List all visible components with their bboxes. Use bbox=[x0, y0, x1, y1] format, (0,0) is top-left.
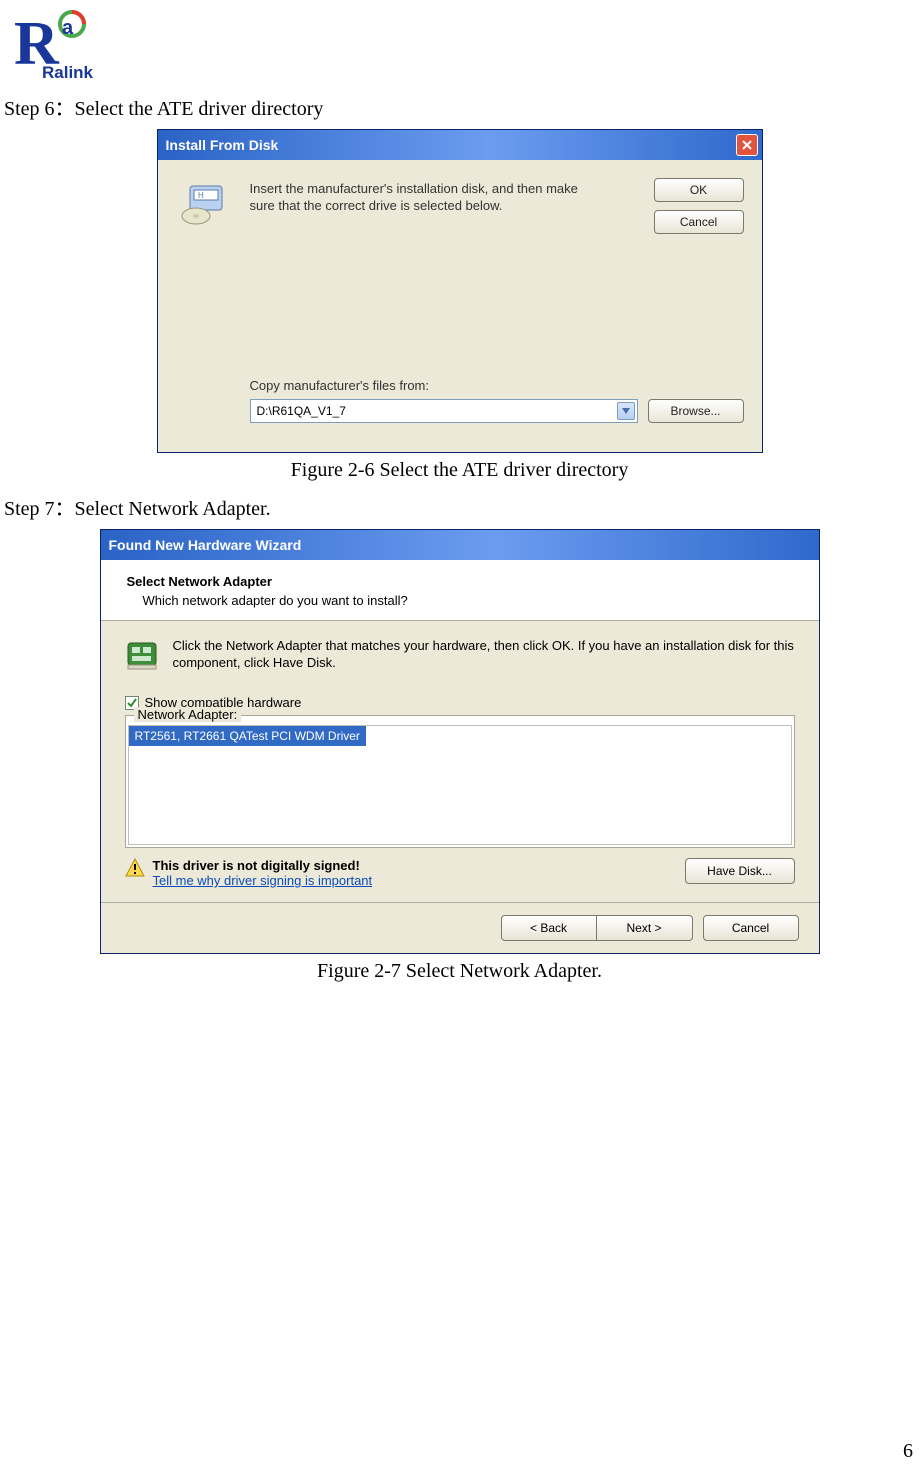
driver-signing-link[interactable]: Tell me why driver signing is important bbox=[153, 873, 373, 888]
ok-button[interactable]: OK bbox=[654, 178, 744, 202]
adapter-list[interactable]: RT2561, RT2661 QATest PCI WDM Driver bbox=[128, 725, 792, 845]
copy-files-from-label: Copy manufacturer's files from: bbox=[250, 378, 744, 393]
svg-text:Ralink: Ralink bbox=[42, 63, 94, 82]
step-7-text: Step 7：Select Network Adapter. bbox=[4, 492, 919, 521]
adapter-list-item[interactable]: RT2561, RT2661 QATest PCI WDM Driver bbox=[129, 726, 366, 746]
dialog2-header-sub: Which network adapter do you want to ins… bbox=[143, 593, 801, 608]
found-new-hardware-dialog: Found New Hardware Wizard Select Network… bbox=[100, 529, 820, 954]
driver-not-signed-text: This driver is not digitally signed! bbox=[153, 858, 373, 873]
network-adapter-group-label: Network Adapter: bbox=[134, 707, 242, 722]
cancel-button[interactable]: Cancel bbox=[654, 210, 744, 234]
figure-2-6-caption: Figure 2-6 Select the ATE driver directo… bbox=[0, 459, 919, 482]
ralink-logo: R a Ralink bbox=[12, 6, 919, 88]
path-value: D:\R61QA_V1_7 bbox=[251, 404, 617, 418]
svg-text:H: H bbox=[198, 191, 204, 200]
chevron-down-icon[interactable] bbox=[617, 402, 635, 420]
cancel-button-2[interactable]: Cancel bbox=[703, 915, 799, 941]
dialog2-header: Select Network Adapter Which network ada… bbox=[101, 560, 819, 621]
dialog1-title: Install From Disk bbox=[166, 137, 736, 153]
svg-text:a: a bbox=[62, 17, 74, 39]
have-disk-button[interactable]: Have Disk... bbox=[685, 858, 795, 884]
next-button[interactable]: Next > bbox=[597, 915, 693, 941]
dialog1-instruction: Insert the manufacturer's installation d… bbox=[250, 180, 580, 214]
dialog1-titlebar[interactable]: Install From Disk bbox=[158, 130, 762, 160]
network-adapter-icon bbox=[125, 637, 161, 673]
dialog2-title: Found New Hardware Wizard bbox=[109, 537, 815, 553]
dialog2-instruction: Click the Network Adapter that matches y… bbox=[173, 637, 795, 671]
step-6-text: Step 6：Select the ATE driver directory bbox=[4, 92, 919, 121]
page-number: 6 bbox=[903, 1440, 913, 1463]
dialog2-header-title: Select Network Adapter bbox=[127, 574, 801, 589]
warning-icon bbox=[125, 858, 145, 881]
back-button[interactable]: < Back bbox=[501, 915, 597, 941]
figure-2-7-caption: Figure 2-7 Select Network Adapter. bbox=[0, 960, 919, 983]
network-adapter-group: Network Adapter: RT2561, RT2661 QATest P… bbox=[125, 715, 795, 848]
install-from-disk-dialog: Install From Disk H Insert the manufactu… bbox=[157, 129, 763, 453]
path-combobox[interactable]: D:\R61QA_V1_7 bbox=[250, 399, 638, 423]
disk-icon: H bbox=[180, 180, 230, 229]
dialog2-titlebar[interactable]: Found New Hardware Wizard bbox=[101, 530, 819, 560]
browse-button[interactable]: Browse... bbox=[648, 399, 744, 423]
close-icon[interactable] bbox=[736, 134, 758, 156]
